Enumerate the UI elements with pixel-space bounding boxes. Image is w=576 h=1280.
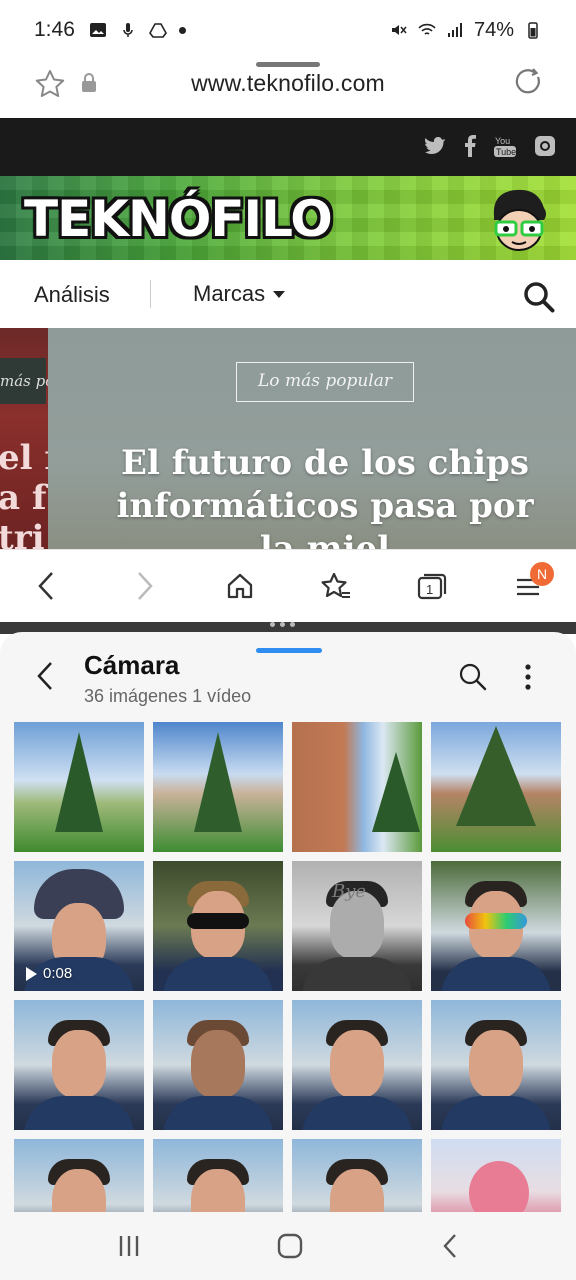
svg-text:Tube: Tube (496, 147, 516, 157)
bookmarks-icon (321, 572, 350, 598)
thumbnail[interactable]: Bye (292, 861, 422, 991)
instagram-icon[interactable] (534, 135, 556, 157)
thumbnail-grid: 0:08 Bye (14, 722, 562, 1212)
facebook-icon[interactable] (464, 135, 476, 157)
nav-divider (150, 280, 151, 308)
search-icon[interactable] (458, 662, 488, 692)
home-icon[interactable] (276, 1232, 304, 1260)
video-thumbnail[interactable]: 0:08 (14, 861, 144, 991)
wifi-icon (418, 23, 436, 35)
image-icon (89, 23, 106, 37)
browser-toolbar: 1 N (0, 550, 576, 622)
mic-icon (123, 23, 133, 37)
back-icon (38, 572, 53, 600)
dot-icon (178, 26, 186, 34)
signal-icon (447, 23, 462, 37)
forward-icon (138, 572, 153, 600)
reload-icon[interactable] (514, 67, 544, 97)
thumbnail[interactable] (292, 1139, 422, 1212)
twitter-icon[interactable] (424, 136, 446, 156)
battery-percent: 74% (473, 18, 514, 41)
caret-down-icon (273, 290, 286, 298)
popular-tag[interactable]: Lo más popular (236, 362, 414, 402)
nav-item-analisis[interactable]: Análisis (34, 282, 110, 308)
thumbnail[interactable] (153, 1000, 283, 1130)
site-social-bar: You Tube (0, 118, 576, 176)
video-badge: 0:08 (26, 965, 72, 982)
back-icon[interactable] (440, 1232, 460, 1260)
thumbnail[interactable] (153, 1139, 283, 1212)
window-handle[interactable] (256, 62, 320, 67)
gallery-window-handle[interactable] (256, 648, 322, 653)
tabs-button[interactable]: 1 (414, 568, 450, 604)
status-bar: 1:46 74% (0, 0, 576, 60)
status-time: 1:46 (34, 18, 75, 41)
hero-prev-tag: más pop (0, 358, 64, 404)
video-duration: 0:08 (43, 965, 73, 982)
address-bar[interactable]: www.teknofilo.com (0, 60, 576, 118)
album-title: Cámara (84, 650, 180, 680)
gallery-panel: Cámara 36 imágenes 1 vídeo 0:08 Bye (0, 632, 576, 1212)
home-button[interactable] (222, 568, 258, 604)
back-button[interactable] (28, 568, 64, 604)
nav-item-marcas[interactable]: Marcas (193, 281, 286, 307)
thumbnail[interactable] (14, 722, 144, 852)
system-nav-bar (0, 1212, 576, 1280)
recents-icon[interactable] (116, 1232, 142, 1260)
back-icon[interactable] (34, 660, 56, 692)
tabs-icon: 1 (417, 573, 447, 600)
thumbnail[interactable] (292, 1000, 422, 1130)
bye-sticker: Bye (332, 881, 367, 902)
hero-title[interactable]: El futuro de los chips informáticos pasa… (110, 442, 540, 550)
bookmarks-button[interactable] (318, 568, 354, 604)
home-icon (227, 573, 253, 599)
thumbnail[interactable] (431, 1139, 561, 1212)
url-text[interactable]: www.teknofilo.com (0, 70, 576, 97)
thumbnail[interactable] (431, 861, 561, 991)
thumbnail[interactable] (14, 1139, 144, 1212)
mascot-logo (493, 189, 546, 251)
battery-icon (528, 22, 538, 39)
hero-prev-slide[interactable]: más pop el f a f tri (0, 328, 64, 550)
nav-marcas-label: Marcas (193, 281, 266, 306)
youtube-icon[interactable]: YouTube (494, 134, 516, 158)
split-handle-dots[interactable] (270, 622, 295, 627)
menu-badge: N (530, 562, 554, 586)
mute-icon (391, 25, 407, 35)
album-subtitle: 36 imágenes 1 vídeo (84, 686, 252, 706)
more-options-icon[interactable] (518, 662, 538, 692)
thumbnail[interactable] (292, 722, 422, 852)
thumbnail[interactable] (153, 722, 283, 852)
svg-text:1: 1 (426, 582, 433, 597)
search-icon[interactable] (522, 280, 556, 314)
thumbnail[interactable] (431, 722, 561, 852)
svg-text:You: You (495, 136, 510, 146)
thumbnail[interactable] (153, 861, 283, 991)
thumbnail[interactable] (431, 1000, 561, 1130)
forward-button[interactable] (127, 568, 163, 604)
site-nav: Análisis Marcas (0, 260, 576, 328)
site-banner[interactable]: TEKNÓFILO (0, 176, 576, 260)
site-logo[interactable]: TEKNÓFILO (24, 190, 333, 248)
thumbnail[interactable] (14, 1000, 144, 1130)
hero-section[interactable]: más pop el f a f tri Lo más popular El f… (0, 328, 576, 550)
drive-icon (148, 23, 167, 38)
play-icon (26, 966, 37, 981)
